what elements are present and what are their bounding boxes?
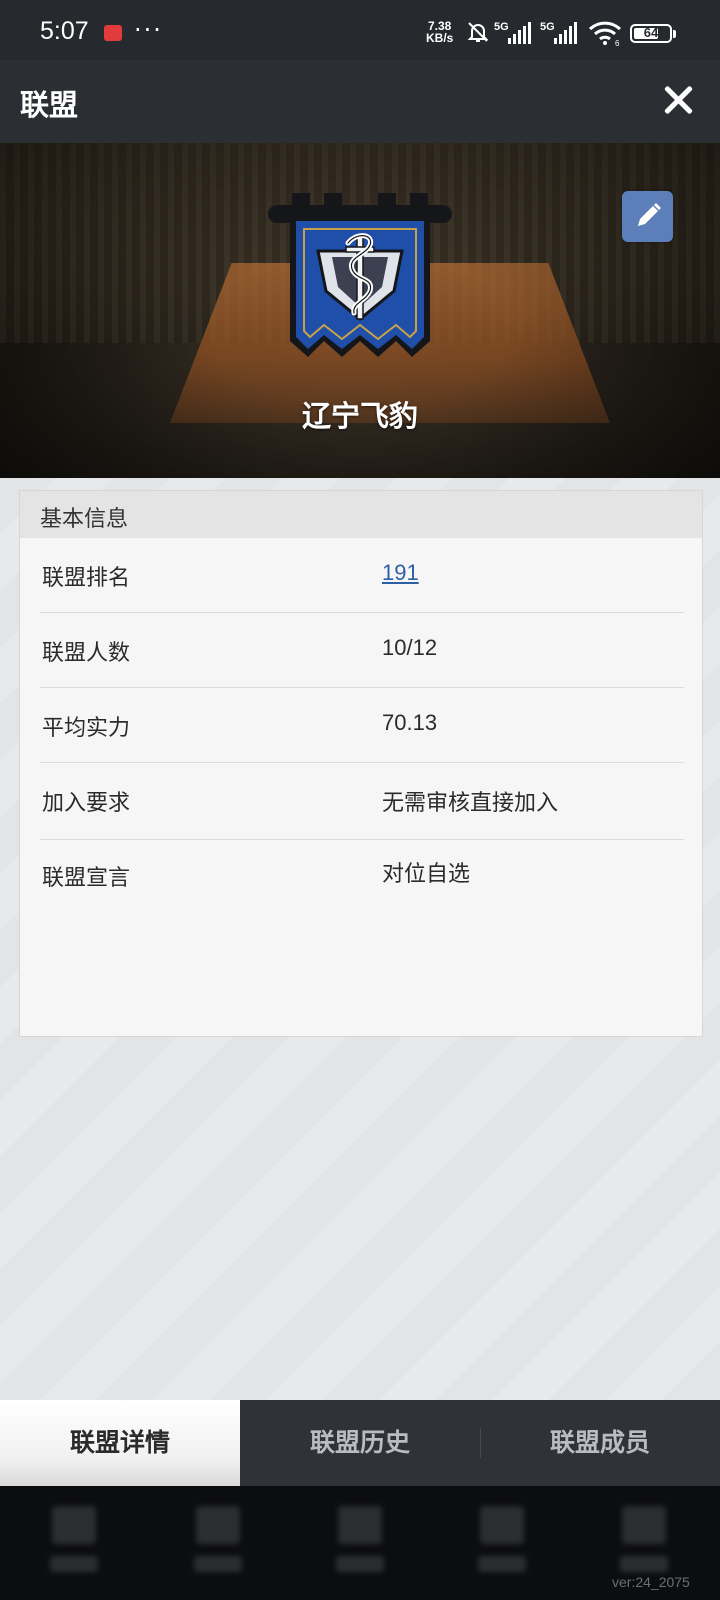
signal-sim2-icon: 5G: [540, 18, 580, 46]
team-name: 辽宁飞豹: [301, 399, 418, 433]
info-value: 10/12: [382, 635, 438, 660]
sim1-label: 5G: [494, 21, 509, 33]
info-value: 无需审核直接加入: [382, 790, 559, 815]
title-bar: 联盟: [0, 60, 720, 143]
network-speed: 7.38 KB/s: [426, 20, 453, 44]
tab-alliance-details[interactable]: 联盟详情: [0, 1400, 240, 1486]
info-label: 平均实力: [42, 716, 131, 741]
page-title: 联盟: [20, 88, 79, 122]
info-label: 联盟人数: [42, 641, 131, 666]
alliance-tabs: 联盟详情 联盟历史 联盟成员: [0, 1400, 720, 1486]
faded-nav-item: [190, 1504, 246, 1580]
info-value: 对位自选: [382, 861, 471, 886]
wifi-icon: 6: [588, 21, 622, 46]
info-label: 联盟排名: [42, 566, 131, 591]
faded-nav-item: [474, 1504, 530, 1580]
tab-alliance-history[interactable]: 联盟历史: [240, 1400, 480, 1486]
info-row-members: 联盟人数 10/12: [40, 613, 684, 688]
info-row-rank: 联盟排名 191: [40, 538, 684, 613]
network-speed-unit: KB/s: [426, 31, 454, 45]
alliance-banner: 辽宁飞豹: [0, 143, 720, 478]
signal-sim1-icon: 5G: [494, 18, 534, 46]
battery-level: 64: [643, 25, 659, 40]
notification-app-icon: [104, 25, 122, 41]
basic-info-header: 基本信息: [20, 491, 702, 538]
team-emblem-icon: [268, 193, 452, 357]
info-row-declaration: 联盟宣言 对位自选: [40, 840, 684, 915]
info-label: 加入要求: [42, 791, 131, 816]
battery-icon: 64: [630, 24, 672, 43]
basic-info-title: 基本信息: [40, 507, 129, 532]
info-label: 联盟宣言: [42, 866, 131, 891]
battery-tip: [673, 30, 676, 38]
edit-button[interactable]: [622, 191, 673, 242]
faded-nav-item: [616, 1504, 672, 1580]
faded-nav-item: [46, 1504, 102, 1580]
basic-info-card: 基本信息 联盟排名 191 联盟人数 10/12 平均实力 70.13 加入要求…: [19, 490, 703, 1037]
tab-alliance-members[interactable]: 联盟成员: [480, 1400, 720, 1486]
more-notifications-icon: ···: [134, 16, 163, 44]
info-row-join-requirement: 加入要求 无需审核直接加入: [40, 763, 684, 840]
info-row-average-strength: 平均实力 70.13: [40, 688, 684, 763]
mute-bell-icon: [467, 22, 489, 42]
info-value: 70.13: [382, 710, 438, 735]
status-time: 5:07: [40, 17, 89, 45]
close-button[interactable]: [660, 82, 696, 118]
status-bar: 5:07 ··· 7.38 KB/s 5G 5G 6 64: [0, 0, 720, 60]
faded-nav-item: [332, 1504, 388, 1580]
version-label: ver:24_2075: [612, 1574, 690, 1590]
wifi-label: 6: [615, 39, 620, 46]
pencil-icon: [638, 203, 661, 226]
rank-link[interactable]: 191: [382, 560, 419, 586]
sim2-label: 5G: [540, 21, 555, 33]
